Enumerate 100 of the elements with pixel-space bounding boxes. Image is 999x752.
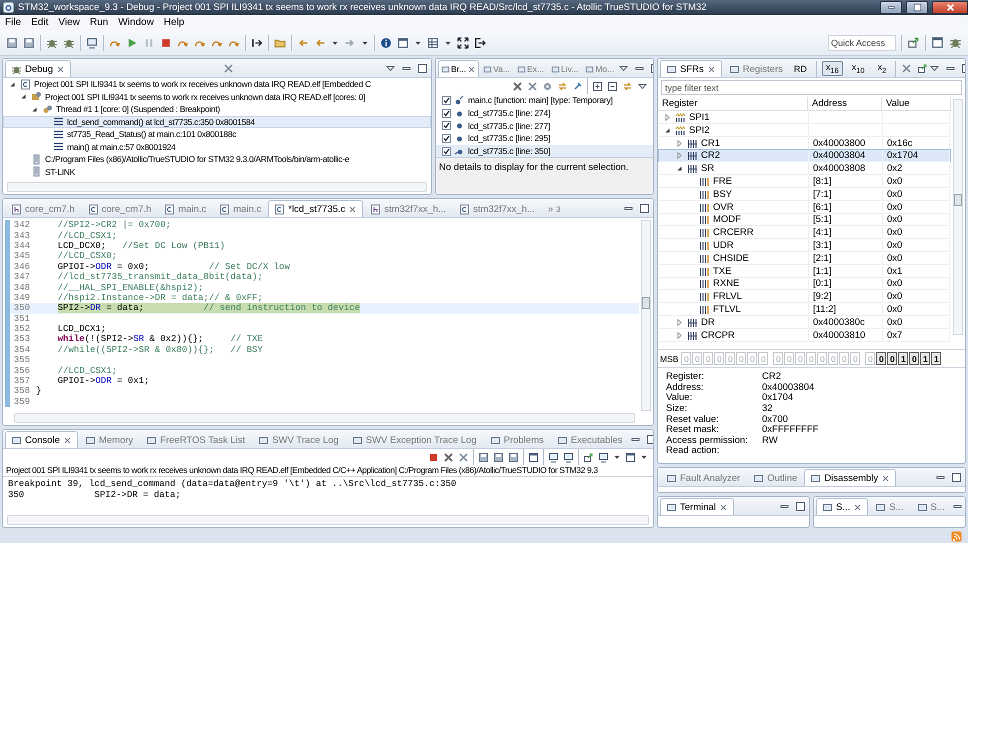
maximize-button[interactable] (906, 1, 928, 14)
stop-icon[interactable] (160, 36, 172, 48)
menu-item[interactable]: Run (90, 17, 108, 28)
collapsed-arrow-icon[interactable] (675, 318, 684, 327)
view-tab[interactable]: S... (869, 498, 910, 515)
maximize-icon[interactable] (417, 63, 428, 74)
collapsed-arrow-icon[interactable] (675, 330, 684, 340)
register-row[interactable]: FTLVL [11:2] 0x0 (658, 302, 951, 316)
menu-item[interactable]: Help (164, 17, 184, 28)
minimize-button[interactable] (880, 1, 902, 14)
expanded-arrow-icon[interactable] (19, 92, 28, 102)
view-tab[interactable]: Console (5, 431, 78, 448)
tools-icon[interactable] (527, 80, 538, 92)
menu-item[interactable]: View (58, 17, 80, 28)
view-menu-icon[interactable] (929, 63, 940, 74)
bit-toggle[interactable]: 1 (898, 352, 908, 366)
view-tab[interactable]: main.c (213, 200, 268, 217)
view-tab[interactable]: Mo... (582, 60, 618, 77)
window-icon[interactable] (931, 36, 944, 49)
monitor-icon[interactable] (86, 36, 98, 48)
close-icon[interactable] (718, 502, 728, 512)
register-row[interactable]: SPI1 (658, 111, 951, 124)
register-row[interactable]: FRLVL [9:2] 0x0 (658, 290, 951, 303)
breakpoint-item[interactable]: main.c [function: main] [type: Temporary] (436, 94, 653, 107)
close-icon[interactable] (853, 502, 862, 512)
stop-icon[interactable] (428, 452, 439, 462)
bit-toggle[interactable]: 0 (887, 352, 898, 366)
grid-icon[interactable] (427, 36, 439, 48)
close-icon[interactable] (467, 64, 476, 74)
view-tab[interactable]: main.c (158, 200, 212, 217)
expanded-arrow-icon[interactable] (663, 126, 672, 135)
tree-item[interactable]: Project 001 SPI ILI9341 tx seems to work rx receives unknown data IRQ READ.elf [cores: 0] (3, 90, 431, 103)
register-row[interactable]: BSY [7:1] 0x0 (658, 188, 951, 201)
register-row[interactable]: RXNE [0:1] 0x0 (658, 277, 951, 290)
monitor-icon[interactable] (598, 452, 609, 462)
instruction-step-icon[interactable] (251, 36, 263, 48)
radix-button[interactable]: x$_{2}$ (874, 61, 890, 76)
view-tab[interactable]: Outline (747, 469, 804, 486)
collapse-all-icon[interactable] (607, 80, 618, 92)
view-tab[interactable]: Debug (5, 60, 71, 77)
expanded-arrow-icon[interactable] (30, 104, 39, 114)
tree-item[interactable]: st7735_Read_Status() at main.c:101 0x800188c (3, 128, 431, 140)
tree-item[interactable]: main() at main.c:57 0x8001924 (3, 140, 431, 153)
bug-icon[interactable] (949, 36, 962, 49)
tree-item[interactable]: ST-LINK (3, 166, 431, 178)
view-tab[interactable]: Fault Analyzer (660, 469, 746, 486)
close-button[interactable] (932, 1, 968, 14)
vertical-scrollbar[interactable] (641, 220, 651, 411)
register-row[interactable]: CRCERR [4:1] 0x0 (658, 226, 951, 239)
close-icon[interactable] (706, 64, 716, 74)
pin-icon[interactable] (572, 80, 583, 92)
window-icon[interactable] (625, 452, 636, 462)
checkbox[interactable] (442, 108, 451, 118)
caret-icon[interactable] (613, 453, 621, 461)
gear-icon[interactable] (542, 80, 553, 92)
bit-toggle[interactable]: 0 (909, 352, 920, 366)
bit-toggle[interactable]: 1 (931, 352, 942, 366)
view-tab[interactable]: S... (910, 498, 951, 515)
view-tab[interactable]: Executables (550, 431, 628, 448)
expanded-arrow-icon[interactable] (8, 80, 17, 89)
remove-icon[interactable] (443, 452, 454, 462)
collapsed-arrow-icon[interactable] (675, 151, 684, 160)
breakpoint-item[interactable]: lcd_st7735.c [line: 350] (436, 144, 653, 158)
read-button[interactable]: RD (790, 61, 811, 76)
close-icon[interactable] (881, 474, 890, 482)
checkbox[interactable] (442, 96, 451, 105)
expanded-arrow-icon[interactable] (675, 164, 684, 174)
view-tab[interactable]: stm32f7xx_h... (453, 200, 541, 217)
register-row[interactable]: CR2 0x40003804 0x1704 (658, 149, 951, 162)
radix-button[interactable]: x$_{10}$ (848, 61, 869, 76)
save-icon[interactable] (493, 452, 504, 462)
column-header[interactable]: Register (658, 97, 808, 111)
save-icon[interactable] (478, 452, 489, 462)
folder-icon[interactable] (274, 36, 286, 48)
view-tab[interactable]: Va... (480, 60, 513, 77)
export-icon[interactable] (917, 63, 928, 74)
view-tab[interactable]: Problems (484, 431, 550, 448)
filter-field[interactable]: type filter text (661, 80, 962, 95)
register-row[interactable]: SPI2 (658, 124, 951, 137)
checkbox[interactable] (442, 146, 451, 156)
register-row[interactable]: SR 0x40003808 0x2 (658, 162, 951, 175)
collapsed-arrow-icon[interactable] (663, 113, 672, 122)
maximize-icon[interactable] (795, 501, 806, 512)
maximize-icon[interactable] (951, 472, 962, 483)
window-icon[interactable] (528, 452, 539, 462)
view-tab[interactable]: Registers (722, 60, 789, 77)
expand-all-icon[interactable] (592, 80, 603, 92)
caret-icon[interactable] (640, 453, 648, 461)
close-icon[interactable] (62, 436, 72, 444)
checkbox[interactable] (442, 134, 451, 143)
view-menu-icon[interactable] (618, 63, 630, 74)
horizontal-scrollbar[interactable] (7, 515, 649, 525)
register-row[interactable]: DR 0x4000380c 0x0 (658, 316, 951, 329)
radix-button[interactable]: x$_{16}$ (822, 61, 843, 76)
tools-icon[interactable] (458, 452, 469, 462)
view-tab[interactable]: Memory (78, 431, 140, 448)
breakpoint-item[interactable]: lcd_st7735.c [line: 295] (436, 132, 653, 145)
breakpoint-item[interactable]: lcd_st7735.c [line: 277] (436, 119, 653, 132)
close-icon[interactable] (56, 64, 65, 74)
view-tab[interactable]: SWV Exception Trace Log (346, 431, 483, 448)
